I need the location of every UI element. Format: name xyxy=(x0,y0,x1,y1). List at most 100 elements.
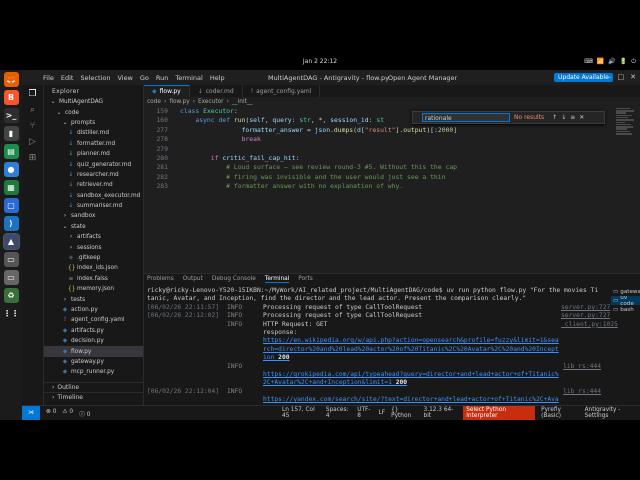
tray-icon[interactable]: ⏻ xyxy=(631,58,636,66)
firefox-icon[interactable]: 🦊 xyxy=(3,72,19,87)
menu-item-run[interactable]: Run xyxy=(156,74,168,82)
app2-icon[interactable]: ▭ xyxy=(3,270,19,285)
tab-coder-md[interactable]: ↓ coder.md xyxy=(190,85,243,97)
extensions-icon[interactable]: ⊞ xyxy=(29,153,37,163)
tree-item[interactable]: ↓ sandbox_executor.md xyxy=(44,191,143,201)
antigravity-icon[interactable]: ▲ xyxy=(2,233,20,250)
tab-flow-py[interactable]: ◆ flow.py xyxy=(144,85,190,97)
presentation-icon[interactable]: ▢ xyxy=(3,198,19,213)
spreadsheet-icon[interactable]: ▦ xyxy=(3,180,19,195)
tree-item[interactable]: ◆ decision.py xyxy=(44,336,143,346)
chrome-icon[interactable]: ● xyxy=(3,162,19,177)
tree-item[interactable]: ↓ researcher.md xyxy=(44,170,143,180)
problem-count[interactable]: ⓘ 0 xyxy=(79,409,90,418)
update-available-button[interactable]: Update Available xyxy=(554,73,613,82)
log-link[interactable]: https://en.wikipedia.org/w/api.php?actio… xyxy=(263,337,561,362)
tree-item[interactable]: ◆ mcp_runner.py xyxy=(44,367,143,377)
log-source[interactable] xyxy=(561,329,601,337)
log-source[interactable] xyxy=(561,337,601,362)
minimize-icon[interactable]: – xyxy=(608,73,612,81)
explorer-icon[interactable]: ❐ xyxy=(28,89,36,99)
tree-item[interactable]: ◆ gateway.py xyxy=(44,357,143,367)
log-source[interactable]: lib_rs:444 xyxy=(561,388,601,396)
maximize-icon[interactable]: □ xyxy=(618,73,625,81)
find-input[interactable]: rationale xyxy=(422,113,510,122)
tree-item[interactable]: › artifacts xyxy=(44,232,143,242)
tray-icon[interactable]: 🔊 xyxy=(608,58,615,66)
breadcrumb-item[interactable]: flow.py xyxy=(169,99,189,105)
log-source[interactable]: server.py:727 xyxy=(561,312,610,320)
problems-counts[interactable]: ⊗ 0 ⚠ 0 ⓘ 0 xyxy=(46,409,90,418)
close-icon[interactable]: ✕ xyxy=(630,73,636,81)
agent-manager-button[interactable]: Open Agent Manager xyxy=(388,74,457,82)
tab-agent-config-yaml[interactable]: ! agent_config.yaml xyxy=(243,85,321,97)
status-item[interactable]: Antigravity - Settings xyxy=(585,407,640,419)
menu-item-edit[interactable]: Edit xyxy=(61,74,74,82)
menu-item-terminal[interactable]: Terminal xyxy=(175,74,202,82)
status-item[interactable]: Pyrefly (Basic) xyxy=(541,407,578,419)
tree-item[interactable]: › sessions xyxy=(44,242,143,252)
find-selection-icon[interactable]: ≡ xyxy=(570,114,575,121)
tray-icon[interactable]: ⌨ xyxy=(584,58,593,66)
tree-item[interactable]: {} memory.json xyxy=(44,284,143,294)
remote-indicator[interactable]: ⋊ xyxy=(22,406,40,420)
menu-item-go[interactable]: Go xyxy=(140,74,149,82)
minimap[interactable] xyxy=(616,107,636,167)
apps-grid-icon[interactable]: ⋮⋮ xyxy=(3,306,19,321)
outline-section[interactable]: › Outline xyxy=(44,382,144,392)
breadcrumb-item[interactable]: code xyxy=(147,99,161,105)
panel-tab-debug-console[interactable]: Debug Console xyxy=(212,276,256,282)
status-item[interactable]: {} Python xyxy=(391,407,417,419)
trash-icon[interactable]: ♻ xyxy=(3,288,19,303)
tree-item[interactable]: ◆ artifacts.py xyxy=(44,326,143,336)
tree-item[interactable]: ↓ summariser.md xyxy=(44,201,143,211)
tree-item[interactable]: ⌄ state xyxy=(44,222,143,232)
tree-item[interactable]: ↓ quiz_generator.md xyxy=(44,159,143,169)
doc-icon[interactable]: ▭ xyxy=(3,252,19,267)
files-icon[interactable]: ▮ xyxy=(3,126,19,141)
close-find-icon[interactable]: ✕ xyxy=(579,114,584,121)
prev-match-icon[interactable]: ↑ xyxy=(552,114,557,121)
status-item[interactable]: 3.12.3 64-bit xyxy=(424,407,458,419)
log-source[interactable] xyxy=(561,371,601,388)
status-item[interactable]: LF xyxy=(379,410,386,416)
log-source[interactable]: lib_rs:444 xyxy=(561,363,601,371)
run-debug-icon[interactable]: ▷ xyxy=(29,137,36,147)
breadcrumb-item[interactable]: Executor xyxy=(198,99,224,105)
log-link[interactable]: https://grokipedia.com/api/typeahead?que… xyxy=(263,371,561,388)
vscode-icon[interactable]: ⟩ xyxy=(3,216,19,231)
menu-item-selection[interactable]: Selection xyxy=(80,74,110,82)
tray-icon[interactable]: 📶 xyxy=(597,58,604,66)
menu-item-file[interactable]: File xyxy=(43,74,54,82)
menu-item-view[interactable]: View xyxy=(117,74,132,82)
tree-item[interactable]: ⌄ prompts xyxy=(44,118,143,128)
source-control-icon[interactable]: ⑂ xyxy=(30,121,35,131)
panel-tab-output[interactable]: Output xyxy=(183,276,203,282)
tray-icon[interactable]: 🔋 xyxy=(620,58,627,66)
terminal-icon[interactable]: >_ xyxy=(3,108,19,123)
timeline-section[interactable]: › Timeline xyxy=(44,392,144,402)
breadcrumb-item[interactable]: __init__ xyxy=(232,99,253,105)
brave-icon[interactable]: B xyxy=(3,90,19,105)
panel-tab-ports[interactable]: Ports xyxy=(298,276,313,282)
terminal-session-uv-code[interactable]: ▭ uv code xyxy=(611,295,640,307)
tree-item[interactable]: ⌄ MultiAgentDAG xyxy=(44,97,143,107)
tree-item[interactable]: › sandbox xyxy=(44,211,143,221)
system-tray[interactable]: ⌨ 📶 🔊 🔋 ⏻ xyxy=(584,58,636,66)
tree-item[interactable]: ↓ planner.md xyxy=(44,149,143,159)
status-item[interactable]: UTF-8 xyxy=(357,407,372,419)
panel-tab-terminal[interactable]: Terminal xyxy=(264,276,290,283)
tree-item[interactable]: {} index_ids.json xyxy=(44,263,143,273)
problem-count[interactable]: ⚠ 0 xyxy=(62,409,73,418)
tree-item[interactable]: ≡ index.faiss xyxy=(44,274,143,284)
search-icon[interactable]: ⌕ xyxy=(30,105,35,115)
tree-item[interactable]: ◆ flow.py xyxy=(44,346,143,357)
status-item[interactable]: Ln 157, Col 45 xyxy=(282,407,320,419)
problem-count[interactable]: ⊗ 0 xyxy=(46,409,56,418)
next-match-icon[interactable]: ↓ xyxy=(561,114,566,121)
tree-item[interactable]: ◆ action.py xyxy=(44,305,143,315)
tree-item[interactable]: ⌄ code xyxy=(44,107,143,117)
text-editor-icon[interactable]: ▤ xyxy=(3,144,19,159)
tree-item[interactable]: ↓ retriever.md xyxy=(44,180,143,190)
tree-item[interactable]: ↓ distiller.md xyxy=(44,128,143,138)
